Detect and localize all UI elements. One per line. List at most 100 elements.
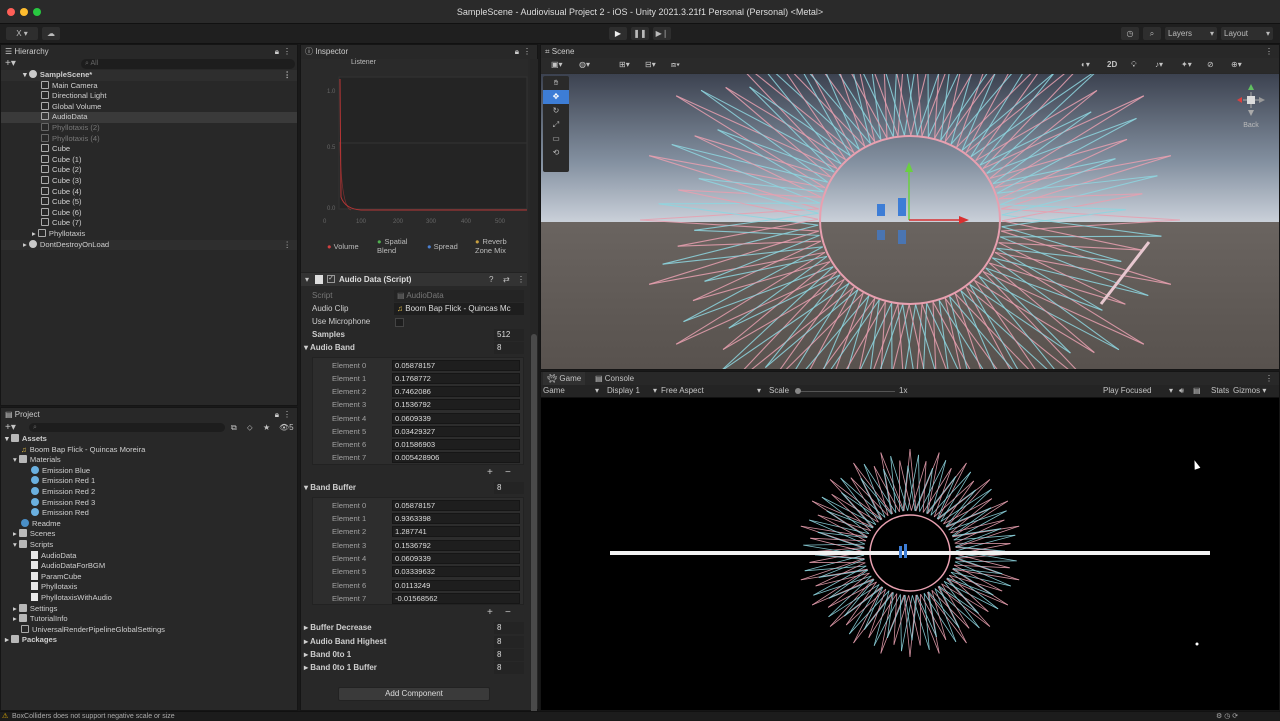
audio-band-size[interactable]: 8 xyxy=(494,342,524,354)
scene-root[interactable]: ▾ SampleScene*⋮ xyxy=(1,70,297,81)
lock-icon[interactable]: 🔒︎ xyxy=(275,45,279,58)
hierarchy-item-disabled[interactable]: Phyllotaxis (2) xyxy=(1,123,297,134)
scrollbar-thumb[interactable] xyxy=(531,334,537,714)
hierarchy-item[interactable]: Cube xyxy=(1,144,297,155)
remove-element-button[interactable]: − xyxy=(505,467,511,478)
hierarchy-tab[interactable]: ☰ Hierarchy🔒︎⋮ xyxy=(1,45,297,58)
hidden-objects-icon[interactable]: ⊘ xyxy=(1207,60,1214,69)
kebab-menu-icon[interactable]: ⋮ xyxy=(283,408,291,421)
audio-band-highest-size[interactable]: 8 xyxy=(494,636,524,648)
2d-toggle[interactable]: 2D xyxy=(1107,60,1117,69)
element-value[interactable]: 0.05878157 xyxy=(392,500,520,511)
layout-dropdown[interactable]: Layout▾ xyxy=(1221,27,1273,40)
lock-icon[interactable]: 🔒︎ xyxy=(275,408,279,421)
history-icon[interactable]: ◷ xyxy=(1121,27,1139,40)
hierarchy-item[interactable]: Cube (5) xyxy=(1,197,297,208)
cloud-icon[interactable]: ☁ xyxy=(42,27,60,40)
hidden-count[interactable]: 👁︎5 xyxy=(279,421,294,434)
incremental-snap-icon[interactable]: ⧈▾ xyxy=(671,60,680,70)
mute-audio-icon[interactable]: 🔊︎ xyxy=(1179,386,1184,396)
scene-orientation-gizmo[interactable]: Back xyxy=(1229,78,1273,128)
search-icon[interactable]: ⌕ xyxy=(1143,27,1161,40)
game-tab[interactable]: 👾︎ Game xyxy=(543,372,585,385)
project-item[interactable]: Emission Red xyxy=(1,508,297,519)
grid-snap-icon[interactable]: ⊞▾ xyxy=(619,60,630,69)
project-item[interactable]: UniversalRenderPipelineGlobalSettings xyxy=(1,625,297,636)
scale-slider-track[interactable] xyxy=(795,391,895,392)
lighting-icon[interactable]: ◐▾ xyxy=(1081,60,1090,69)
project-item[interactable]: AudioDataForBGM xyxy=(1,561,297,572)
band-buffer-size[interactable]: 8 xyxy=(494,482,524,494)
project-item[interactable]: ▸ Settings xyxy=(1,604,297,615)
enabled-checkbox[interactable]: ✓ xyxy=(327,275,335,283)
rect-tool-icon[interactable]: ▭ xyxy=(543,132,569,146)
add-icon[interactable]: +▾ xyxy=(5,58,16,70)
hierarchy-search-input[interactable]: ⌕ All xyxy=(81,59,295,69)
draw-mode-icon[interactable]: ▣▾ xyxy=(551,60,563,69)
band-0to1-label[interactable]: ▸ Band 0to 1 xyxy=(304,649,351,661)
console-tab[interactable]: ▤ Console xyxy=(595,372,634,385)
lock-icon[interactable]: 🔒︎ xyxy=(515,45,519,58)
project-item[interactable]: Phyllotaxis xyxy=(1,582,297,593)
add-icon[interactable]: +▾ xyxy=(5,421,16,434)
element-value[interactable]: 0.7462086 xyxy=(392,386,520,397)
step-button[interactable]: ▶❘ xyxy=(653,27,671,40)
packages-folder[interactable]: ▸ Packages xyxy=(1,635,297,646)
component-menu-icon[interactable]: ⋮ xyxy=(517,275,525,284)
display-dropdown[interactable]: Display 1▾ xyxy=(607,386,657,395)
scene-menu-icon[interactable]: ⋮ xyxy=(283,70,291,81)
element-value[interactable]: 0.9363398 xyxy=(392,513,520,524)
project-item[interactable]: Emission Red 1 xyxy=(1,476,297,487)
project-item[interactable]: ▸ TutorialInfo xyxy=(1,614,297,625)
hierarchy-item[interactable]: Cube (1) xyxy=(1,155,297,166)
project-item[interactable]: ▸ Scenes xyxy=(1,529,297,540)
dont-destroy-root[interactable]: ▸ DontDestroyOnLoad⋮ xyxy=(1,240,297,251)
snap-increment-icon[interactable]: ⊟▾ xyxy=(645,60,656,69)
light-toggle-icon[interactable]: 💡︎ xyxy=(1131,60,1137,70)
add-element-button[interactable]: + xyxy=(487,467,493,478)
gizmos-button[interactable]: Gizmos ▾ xyxy=(1233,386,1266,395)
element-value[interactable]: 0.05878157 xyxy=(392,360,520,371)
project-item[interactable]: AudioData xyxy=(1,551,297,562)
project-tab[interactable]: ▤ Project🔒︎⋮ xyxy=(1,408,297,421)
kebab-menu-icon[interactable]: ⋮ xyxy=(283,45,291,58)
add-element-button[interactable]: + xyxy=(487,607,493,618)
inspector-scrollbar[interactable] xyxy=(530,59,538,709)
hierarchy-item[interactable]: Cube (2) xyxy=(1,165,297,176)
account-dropdown[interactable]: X ▾ xyxy=(6,27,38,40)
scene-menu-icon[interactable]: ⋮ xyxy=(283,240,291,251)
project-item[interactable]: ♫Boom Bap Flick - Quincas Moreira xyxy=(1,445,297,456)
element-value[interactable]: 0.01586903 xyxy=(392,439,520,450)
aspect-dropdown[interactable]: Free Aspect▾ xyxy=(661,386,761,395)
render-mode-icon[interactable]: ◍▾ xyxy=(579,60,590,69)
project-item[interactable]: Emission Red 3 xyxy=(1,498,297,509)
filter-type-icon[interactable]: ⧉ xyxy=(231,421,237,434)
gizmos-icon[interactable]: ⊕▾ xyxy=(1231,60,1242,69)
hand-tool-icon[interactable]: ✋︎ xyxy=(543,76,569,90)
element-value[interactable]: 0.1768772 xyxy=(392,373,520,384)
inspector-tab[interactable]: ⓘ Inspector🔒︎⋮ xyxy=(301,45,537,58)
audio-toggle-icon[interactable]: ♪▾ xyxy=(1155,60,1163,69)
element-value[interactable]: 0.0609339 xyxy=(392,413,520,424)
hierarchy-item[interactable]: Main Camera xyxy=(1,81,297,92)
scene-tab[interactable]: ⌗ Scene⋮ xyxy=(541,45,1279,58)
samples-field[interactable]: 512 xyxy=(494,329,524,341)
project-item[interactable]: Readme xyxy=(1,519,297,530)
element-value[interactable]: 0.1536792 xyxy=(392,399,520,410)
project-search-input[interactable]: ⌕ xyxy=(29,423,225,432)
favorite-icon[interactable]: ★ xyxy=(263,421,270,434)
buffer-decrease-size[interactable]: 8 xyxy=(494,622,524,634)
play-focused-dropdown[interactable]: Play Focused▾ xyxy=(1103,386,1173,395)
component-header[interactable]: ▾ ✓ Audio Data (Script) ? ⇄ ⋮ xyxy=(301,272,527,286)
kebab-menu-icon[interactable]: ⋮ xyxy=(523,45,531,58)
project-item[interactable]: ParamCube xyxy=(1,572,297,583)
scale-tool-icon[interactable]: ⤢ xyxy=(543,118,569,132)
game-viewport[interactable] xyxy=(541,398,1279,710)
add-component-button[interactable]: Add Component xyxy=(338,687,490,701)
audio-band-highest-label[interactable]: ▸ Audio Band Highest xyxy=(304,636,386,648)
kebab-menu-icon[interactable]: ⋮ xyxy=(1265,45,1273,58)
element-value[interactable]: 0.03339632 xyxy=(392,566,520,577)
hierarchy-item[interactable]: Cube (3) xyxy=(1,176,297,187)
move-tool-icon[interactable]: ✥ xyxy=(543,90,569,104)
buffer-decrease-label[interactable]: ▸ Buffer Decrease xyxy=(304,622,372,634)
